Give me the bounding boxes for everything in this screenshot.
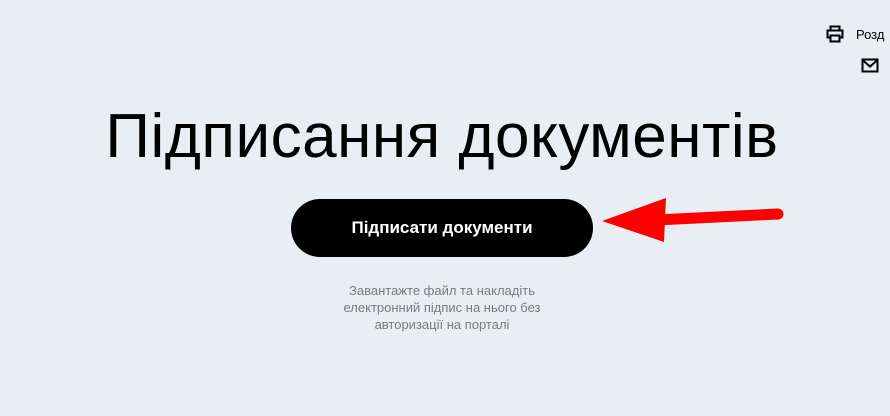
page-title: Підписання документів [105, 102, 779, 171]
print-label: Розд [856, 26, 885, 42]
sign-description: Завантажте файл та накладіть електронний… [343, 283, 541, 332]
envelope-icon [861, 58, 879, 73]
mail-action[interactable] [861, 58, 879, 73]
printer-icon [826, 25, 844, 43]
print-action[interactable]: Розд [826, 25, 884, 43]
sign-documents-button[interactable]: Підписати документи [291, 199, 593, 257]
red-arrow-icon [596, 190, 786, 246]
